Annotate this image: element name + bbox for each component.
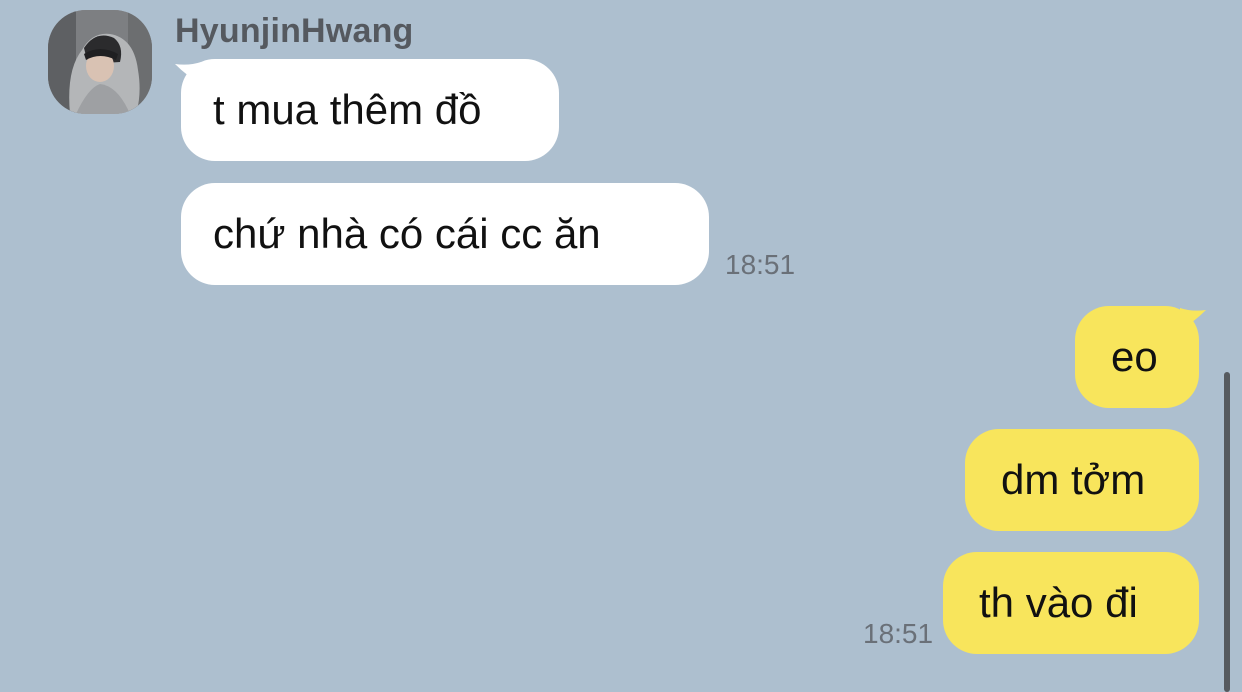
outgoing-timestamp: 18:51	[863, 618, 934, 649]
scrollbar[interactable]	[1224, 372, 1230, 692]
avatar-photo	[48, 10, 152, 114]
incoming-message-bubble[interactable]: t mua thêm đồ	[181, 59, 559, 161]
outgoing-message-bubble[interactable]: th vào đi	[943, 552, 1199, 654]
sender-name: HyunjinHwang	[175, 12, 414, 50]
message-text: t mua thêm đồ	[213, 86, 482, 133]
message-text: chứ nhà có cái cc ăn	[213, 210, 601, 257]
incoming-message-bubble[interactable]: chứ nhà có cái cc ăn	[181, 183, 709, 285]
message-text: eo	[1111, 333, 1158, 380]
sender-avatar[interactable]	[48, 10, 152, 114]
message-text: th vào đi	[979, 579, 1138, 626]
outgoing-message-bubble[interactable]: eo	[1075, 306, 1199, 408]
incoming-timestamp: 18:51	[725, 249, 796, 280]
message-text: dm tởm	[1001, 456, 1146, 503]
chat-view: HyunjinHwang t mua thêm đồ chứ nhà có cá…	[0, 0, 1242, 692]
outgoing-message-bubble[interactable]: dm tởm	[965, 429, 1199, 531]
